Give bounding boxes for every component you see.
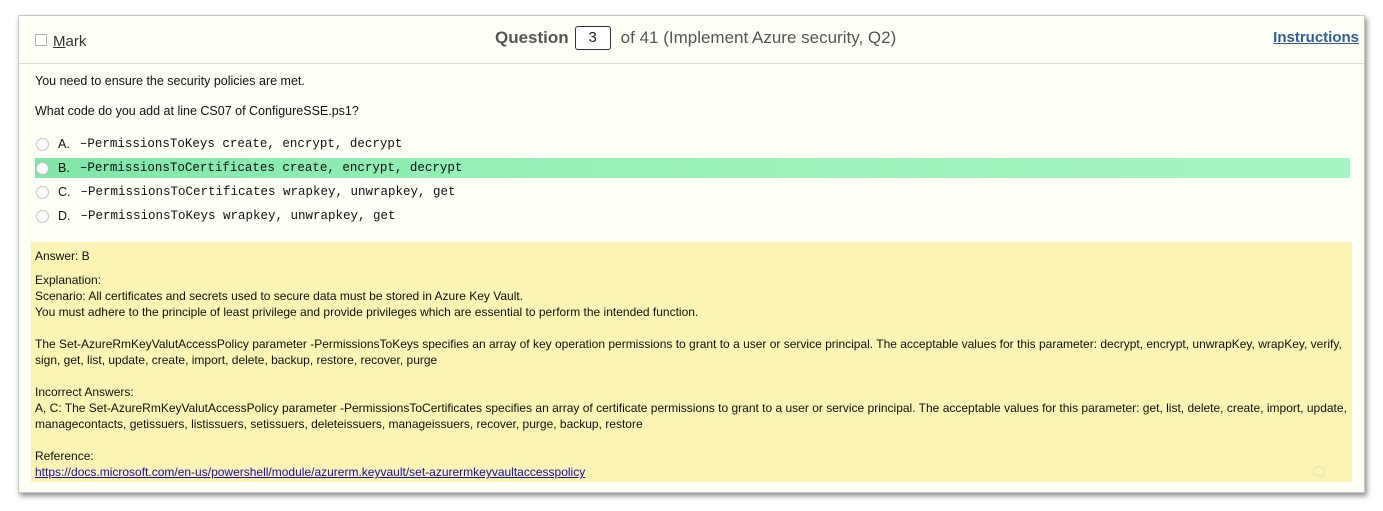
- option-letter: A.: [58, 137, 70, 151]
- option-b[interactable]: B. –PermissionsToCertificates create, en…: [35, 158, 1350, 178]
- incorrect-title: Incorrect Answers:: [35, 385, 134, 399]
- explanation-title: Explanation:: [35, 273, 102, 287]
- reference-title: Reference:: [35, 449, 94, 463]
- answer-line: Answer: B: [35, 249, 90, 263]
- radio-icon[interactable]: [36, 161, 49, 175]
- question-number-input[interactable]: 3: [574, 26, 611, 50]
- option-a[interactable]: A. –PermissionsToKeys create, encrypt, d…: [35, 134, 1350, 154]
- exam-header: Mark Question 3 of 41 (Implement Azure s…: [19, 16, 1364, 64]
- option-text: –PermissionsToKeys create, encrypt, decr…: [79, 137, 403, 151]
- option-text: –PermissionsToCertificates wrapkey, unwr…: [80, 185, 456, 199]
- scenario-line: Scenario: All certificates and secrets u…: [35, 289, 524, 303]
- exam-window: Mark Question 3 of 41 (Implement Azure s…: [18, 15, 1365, 493]
- option-letter: C.: [58, 185, 71, 199]
- question-text-line1: You need to ensure the security policies…: [35, 74, 305, 88]
- keys-paragraph: The Set-AzureRmKeyValutAccessPolicy para…: [35, 337, 1342, 367]
- radio-icon[interactable]: [36, 137, 49, 151]
- chat-bubble-icon[interactable]: 🗨: [1310, 465, 1328, 479]
- option-text: –PermissionsToKeys wrapkey, unwrapkey, g…: [80, 209, 396, 223]
- radio-icon[interactable]: [36, 209, 49, 223]
- reference-link[interactable]: https://docs.microsoft.com/en-us/powersh…: [35, 465, 585, 479]
- mark-toggle[interactable]: Mark: [35, 33, 86, 50]
- incorrect-paragraph: A, C: The Set-AzureRmKeyValutAccessPolic…: [35, 401, 1347, 431]
- question-word: Question: [495, 28, 569, 47]
- adhere-line: You must adhere to the principle of leas…: [35, 305, 699, 319]
- radio-icon[interactable]: [36, 185, 49, 199]
- option-text: –PermissionsToCertificates create, encry…: [79, 161, 463, 175]
- checkbox-icon[interactable]: [35, 34, 47, 46]
- answer-panel: Answer: B Explanation: Scenario: All cer…: [31, 242, 1352, 482]
- option-letter: B.: [58, 161, 70, 175]
- mark-label: Mark: [53, 33, 87, 50]
- question-text-line2: What code do you add at line CS07 of Con…: [35, 104, 359, 118]
- option-c[interactable]: C. –PermissionsToCertificates wrapkey, u…: [35, 182, 1350, 202]
- instructions-link[interactable]: Instructions: [1273, 29, 1359, 46]
- option-letter: D.: [58, 209, 71, 223]
- question-indicator: Question 3 of 41 (Implement Azure securi…: [495, 26, 896, 50]
- question-total-label: of 41 (Implement Azure security, Q2): [620, 28, 897, 47]
- question-body: You need to ensure the security policies…: [35, 74, 1350, 230]
- option-d[interactable]: D. –PermissionsToKeys wrapkey, unwrapkey…: [35, 206, 1350, 226]
